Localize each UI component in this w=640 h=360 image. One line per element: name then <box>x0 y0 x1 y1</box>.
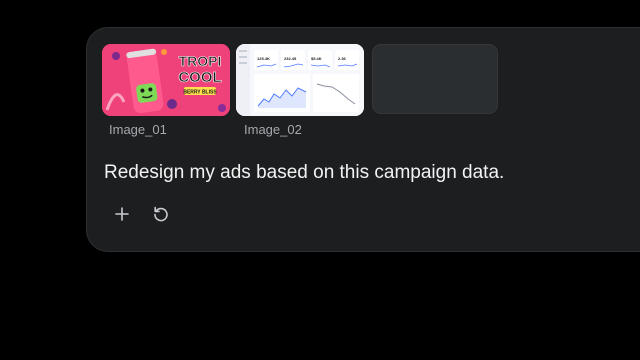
prompt-text[interactable]: Redesign my ads based on this campaign d… <box>104 162 504 184</box>
dashboard-image: 125.4K 232.45 $5.4K 2.36 <box>236 44 364 116</box>
dashboard-stat-2: 232.45 <box>284 56 297 61</box>
ad-brand-word-2: COOL <box>178 69 221 86</box>
dashboard-stat-4: 2.36 <box>338 56 347 61</box>
ad-creative-image: TROPI COOL BERRY BLISS <box>102 44 230 116</box>
refresh-icon <box>154 206 168 222</box>
ad-flavor-label: BERRY BLISS <box>183 90 217 96</box>
plus-icon <box>115 207 129 221</box>
refresh-button[interactable] <box>149 202 173 226</box>
attachment-thumbnail-1[interactable]: TROPI COOL BERRY BLISS <box>102 44 230 116</box>
dashboard-stat-3: $5.4K <box>311 56 322 61</box>
attachment-placeholder[interactable] <box>372 44 498 114</box>
chat-composer: TROPI COOL BERRY BLISS 125.4K 232.45 $5.… <box>86 27 640 252</box>
attachment-thumbnail-2[interactable]: 125.4K 232.45 $5.4K 2.36 <box>236 44 364 116</box>
ad-brand-word-1: TROPI <box>179 53 222 69</box>
dashboard-stat-1: 125.4K <box>257 56 270 61</box>
attachment-label-1: Image_01 <box>109 122 167 137</box>
attachment-label-2: Image_02 <box>244 122 302 137</box>
add-attachment-button[interactable] <box>110 202 134 226</box>
